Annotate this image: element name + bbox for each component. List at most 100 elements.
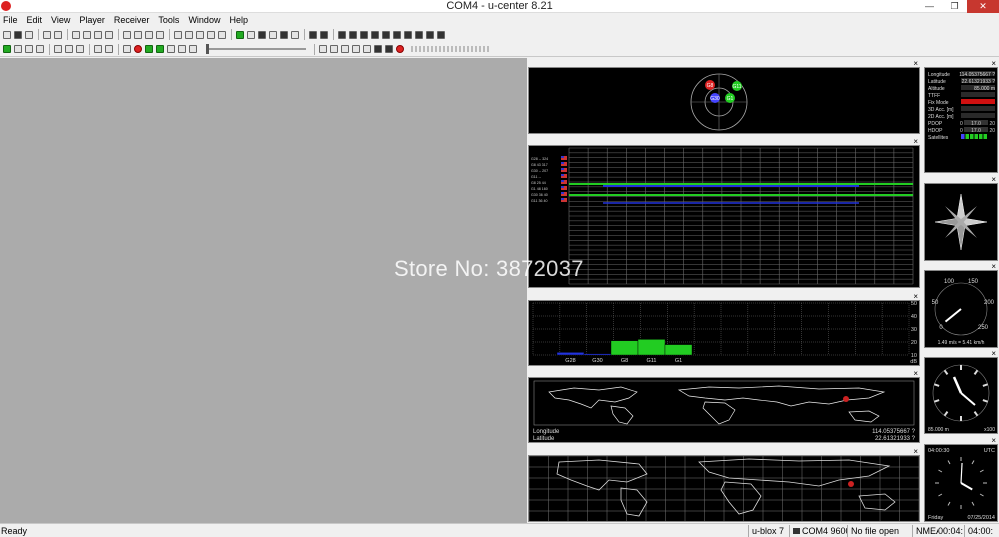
satellite-g8[interactable]: G8 [705, 80, 715, 90]
print-icon[interactable] [43, 30, 51, 39]
map-view-icon[interactable] [236, 30, 244, 39]
earth-view-pane[interactable] [528, 455, 920, 522]
menu-window[interactable]: Window [188, 15, 220, 25]
world-map-pane[interactable]: Longitude 114.05375667 ? Latitude 22.613… [528, 377, 920, 443]
data-view-close-icon[interactable]: × [924, 60, 998, 68]
poll-icon[interactable] [396, 45, 404, 53]
table-view-icon[interactable] [174, 30, 182, 39]
speedometer-close-icon[interactable]: × [924, 263, 998, 271]
stop-icon[interactable] [105, 45, 113, 53]
dropdown-menu-icon[interactable] [36, 45, 44, 53]
altimeter-pane[interactable]: 85.000 m x100 [924, 357, 998, 434]
dropdown-menu-icon[interactable] [269, 30, 277, 39]
satellite-g1[interactable]: G1 [725, 93, 735, 103]
autobauding-icon[interactable] [54, 45, 62, 53]
window-layout-icon[interactable] [196, 30, 204, 39]
altimeter-close-icon[interactable]: × [924, 350, 998, 358]
skip-end-icon[interactable] [189, 45, 197, 53]
menu-edit[interactable]: Edit [27, 15, 43, 25]
snapshot-icon[interactable] [105, 30, 113, 39]
dropdown-menu-icon[interactable] [218, 30, 226, 39]
menu-receiver[interactable]: Receiver [114, 15, 150, 25]
copy-icon[interactable] [83, 30, 91, 39]
message-filter-icon[interactable] [341, 45, 349, 53]
menu-help[interactable]: Help [229, 15, 248, 25]
print-preview-icon[interactable] [54, 30, 62, 39]
table-view-icon[interactable] [185, 30, 193, 39]
text-console-icon[interactable] [437, 30, 445, 39]
signal-history-pane[interactable]: G28 -- 324 G8 43 317 G30 -- 207 G11 -- G8 25… [528, 145, 920, 288]
dropdown-menu-icon[interactable] [247, 30, 255, 39]
compass-pane[interactable] [924, 183, 998, 261]
data-view-pane[interactable]: Longitude 114.05375667 ? Latitude 22.613219… [924, 67, 998, 173]
pause-icon[interactable] [123, 45, 131, 53]
table-view-icon[interactable] [280, 30, 288, 39]
message-filter-icon[interactable] [363, 45, 371, 53]
world-map-close-icon[interactable]: × [528, 370, 920, 378]
satellite-level-close-icon[interactable]: × [528, 293, 920, 301]
satellite-level-pane[interactable]: 10 20 30 40 50 G28 G30 G8 G11 G1 dB [528, 300, 920, 366]
deviation-map-icon[interactable] [320, 30, 328, 39]
menu-player[interactable]: Player [79, 15, 105, 25]
baudrate-icon[interactable] [25, 45, 33, 53]
message-filter-icon[interactable] [352, 45, 360, 53]
altimeter-icon[interactable] [415, 30, 423, 39]
mdi-workspace[interactable] [0, 58, 527, 523]
menu-file[interactable]: File [3, 15, 18, 25]
camera-icon[interactable] [426, 30, 434, 39]
clock-icon[interactable] [393, 30, 401, 39]
message-filter-icon[interactable] [330, 45, 338, 53]
play-icon[interactable] [156, 45, 164, 53]
receiver-settings-icon[interactable] [65, 45, 73, 53]
connection-icon[interactable] [3, 45, 11, 53]
close-button[interactable]: ✕ [967, 0, 999, 13]
position-icon[interactable] [76, 45, 84, 53]
compass-close-icon[interactable]: × [924, 176, 998, 184]
status-receiver: u-blox 7 [748, 525, 788, 537]
clock-close-icon[interactable]: × [924, 437, 998, 445]
new-icon[interactable] [3, 30, 11, 39]
chart-view-icon[interactable] [258, 30, 266, 39]
menu-view[interactable]: View [51, 15, 70, 25]
marker-icon[interactable] [319, 45, 327, 53]
eject-icon[interactable] [94, 45, 102, 53]
sky-view-icon[interactable] [338, 30, 346, 39]
data-view-icon[interactable] [371, 30, 379, 39]
satellite-g30[interactable]: G30 [710, 93, 720, 103]
fast-forward-icon[interactable] [178, 45, 186, 53]
record-icon[interactable] [134, 45, 142, 53]
earth-view-close-icon[interactable]: × [528, 448, 920, 456]
satellite-g11[interactable]: G11 [732, 81, 742, 91]
document-icon[interactable] [145, 30, 153, 39]
open-icon[interactable] [25, 30, 33, 39]
clock-pane[interactable]: 04:00:30 UTC Friday 07/25/2014 [924, 444, 998, 522]
minimize-button[interactable]: — [917, 0, 942, 13]
message-filter-icon[interactable] [374, 45, 382, 53]
save-icon[interactable] [14, 30, 22, 39]
document-icon[interactable] [123, 30, 131, 39]
dropdown-menu-icon[interactable] [14, 45, 22, 53]
message-filter-icon[interactable] [385, 45, 393, 53]
speedometer-icon[interactable] [404, 30, 412, 39]
document-icon[interactable] [134, 30, 142, 39]
dropdown-menu-icon[interactable] [291, 30, 299, 39]
maximize-button[interactable]: ❐ [942, 0, 967, 13]
status-port[interactable]: COM4 9600 [789, 525, 847, 537]
speedometer-pane[interactable]: 0 50 100 150 200 250 1.49 m/s = 5.41 km/h [924, 270, 998, 348]
window-layout-icon[interactable] [207, 30, 215, 39]
paste-icon[interactable] [94, 30, 102, 39]
world-map-icon[interactable] [382, 30, 390, 39]
playback-position-slider[interactable] [206, 44, 306, 54]
sky-view-pane[interactable]: G8 G11 G30 G1 [528, 67, 920, 134]
sky-view-close-icon[interactable]: × [528, 60, 920, 68]
compass-icon[interactable] [360, 30, 368, 39]
menu-tools[interactable]: Tools [158, 15, 179, 25]
dropdown-menu-icon[interactable] [167, 45, 175, 53]
u-center-window: COM4 - u-center 8.21 — ❐ ✕ File Edit Vie… [0, 0, 999, 537]
cut-icon[interactable] [72, 30, 80, 39]
document-icon[interactable] [156, 30, 164, 39]
signal-history-close-icon[interactable]: × [528, 138, 920, 146]
statistic-view-icon[interactable] [309, 30, 317, 39]
step-play-icon[interactable] [145, 45, 153, 53]
satellite-level-icon[interactable] [349, 30, 357, 39]
